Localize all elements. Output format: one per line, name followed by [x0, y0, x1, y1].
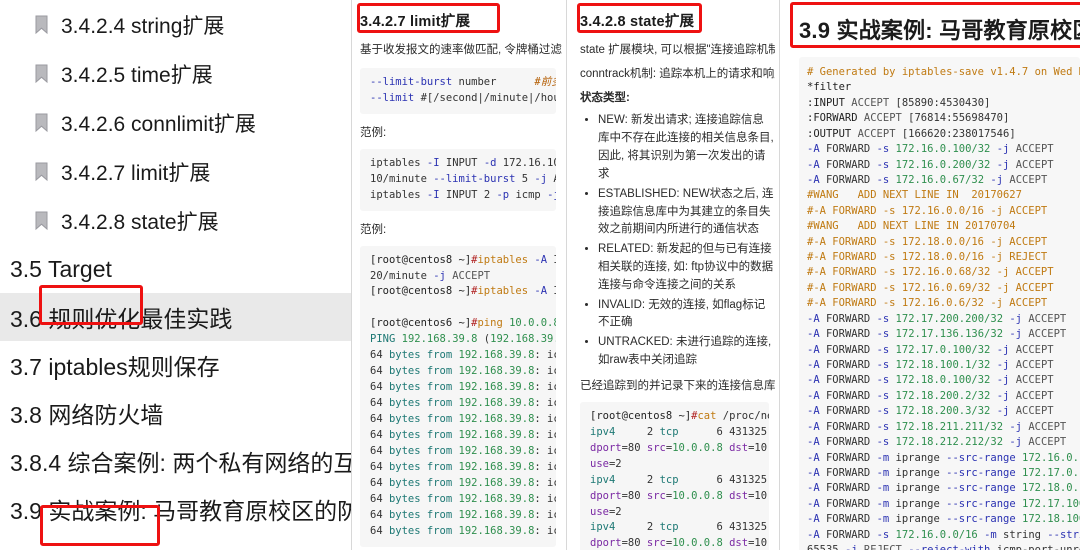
outline-item[interactable]: 3.6 规则优化最佳实践 — [0, 293, 351, 341]
section-heading-limit: 3.4.2.7 limit扩展 — [352, 0, 562, 39]
outline-item[interactable]: 3.4.2.7 limit扩展 — [0, 147, 351, 196]
section-heading-state: 3.4.2.8 state扩展 — [572, 0, 775, 39]
outline-item[interactable]: 3.9 实战案例: 马哥教育原校区的防火墙 — [0, 485, 351, 533]
outline-list[interactable]: 3.4.2.4 string扩展 3.4.2.5 time扩展 3.4.2.6 co… — [0, 0, 351, 533]
state-type-item: NEW: 新发出请求; 连接追踪信息库中不存在此连接的相关信息条目, 因此, 将… — [598, 112, 775, 183]
outline-item-label: 3.7 iptables规则保存 — [10, 348, 220, 382]
bookmark-icon — [34, 113, 49, 133]
state-type-item: RELATED: 新发起的但与已有连接相关联的连接, 如: ftp协议中的数据连… — [598, 241, 775, 294]
outline-item[interactable]: 3.4.2.4 string扩展 — [0, 0, 351, 49]
outline-item-label: 3.5 Target — [10, 256, 112, 283]
outline-item[interactable]: 3.7 iptables规则保存 — [0, 341, 351, 389]
doc-panel-limit-extension[interactable]: 3.4.2.7 limit扩展 基于收发报文的速率做匹配, 令牌桶过滤器 --l… — [352, 0, 562, 550]
example-label-1: 范例: — [352, 119, 562, 144]
code-block-limit-example1: iptables -I INPUT -d 172.16.10010/minute… — [360, 149, 556, 211]
outline-item[interactable]: 3.4.2.8 state扩展 — [0, 196, 351, 245]
outline-item[interactable]: 3.5 Target — [0, 245, 351, 293]
conntrack-caption: 已经追踪到的并记录下来的连接信息库 — [572, 372, 775, 397]
outline-item-label: 3.4.2.6 connlimit扩展 — [61, 108, 256, 138]
doc-content-state: 3.4.2.8 state扩展 state 扩展模块, 可以根据"连接追踪机制"… — [572, 0, 775, 550]
outline-item-label: 3.4.2.5 time扩展 — [61, 59, 213, 89]
example-label-2: 范例: — [352, 216, 562, 241]
outline-item[interactable]: 3.8 网络防火墙 — [0, 389, 351, 437]
outline-item-label: 3.6 规则优化最佳实践 — [10, 300, 232, 334]
bookmark-icon — [34, 162, 49, 182]
doc-content-limit: 3.4.2.7 limit扩展 基于收发报文的速率做匹配, 令牌桶过滤器 --l… — [352, 0, 562, 547]
state-type-item: INVALID: 无效的连接, 如flag标记不正确 — [598, 297, 775, 333]
state-paragraph-1: state 扩展模块, 可以根据"连接追踪机制"去 — [572, 39, 775, 63]
outline-item-label: 3.9 实战案例: 马哥教育原校区的防火墙 — [10, 492, 351, 526]
document-outline-panel[interactable]: 3.4.2.4 string扩展 3.4.2.5 time扩展 3.4.2.6 co… — [0, 0, 351, 550]
section-heading-case-study: 3.9 实战案例: 马哥教育原校区的防 — [785, 0, 1080, 57]
code-block-iptables-save: # Generated by iptables-save v1.4.7 on W… — [799, 57, 1080, 550]
screenshot-canvas: 3.4.2.4 string扩展 3.4.2.5 time扩展 3.4.2.6 co… — [0, 0, 1080, 550]
doc-panel-case-study[interactable]: 3.9 实战案例: 马哥教育原校区的防 # Generated by iptab… — [785, 0, 1080, 550]
code-block-limit-options: --limit-burst number #前多少个--limit #[/sec… — [360, 68, 556, 114]
doc-content-case: 3.9 实战案例: 马哥教育原校区的防 # Generated by iptab… — [785, 0, 1080, 550]
state-type-item: ESTABLISHED: NEW状态之后, 连接追踪信息库中为其建立的条目失效之… — [598, 186, 775, 239]
state-types-list: NEW: 新发出请求; 连接追踪信息库中不存在此连接的相关信息条目, 因此, 将… — [572, 112, 775, 369]
panel-divider-3 — [779, 0, 780, 550]
code-block-limit-example2: [root@centos8 ~]#iptables -A IN20/minute… — [360, 246, 556, 547]
bookmark-icon — [34, 211, 49, 231]
outline-item-label: 3.4.2.7 limit扩展 — [61, 157, 210, 187]
state-paragraph-2: conntrack机制: 追踪本机上的请求和响应之 — [572, 63, 775, 87]
limit-intro-text: 基于收发报文的速率做匹配, 令牌桶过滤器 — [352, 39, 562, 63]
outline-item[interactable]: 3.4.2.5 time扩展 — [0, 49, 351, 98]
outline-item-label: 3.8.4 综合案例: 两个私有网络的互相通讯 — [10, 444, 351, 478]
outline-item-label: 3.8 网络防火墙 — [10, 396, 163, 430]
state-types-label: 状态类型: — [572, 87, 775, 111]
bookmark-icon — [34, 15, 49, 35]
doc-panel-state-extension[interactable]: 3.4.2.8 state扩展 state 扩展模块, 可以根据"连接追踪机制"… — [572, 0, 775, 550]
code-block-conntrack-dump: [root@centos8 ~]#cat /proc/net/nfipv4 2 … — [580, 402, 769, 550]
outline-item[interactable]: 3.4.2.6 connlimit扩展 — [0, 98, 351, 147]
bookmark-icon — [34, 64, 49, 84]
outline-item-label: 3.4.2.4 string扩展 — [61, 10, 224, 40]
outline-item[interactable]: 3.8.4 综合案例: 两个私有网络的互相通讯 — [0, 437, 351, 485]
panel-divider-2 — [566, 0, 567, 550]
outline-item-label: 3.4.2.8 state扩展 — [61, 206, 219, 236]
state-type-item: UNTRACKED: 未进行追踪的连接, 如raw表中关闭追踪 — [598, 334, 775, 370]
